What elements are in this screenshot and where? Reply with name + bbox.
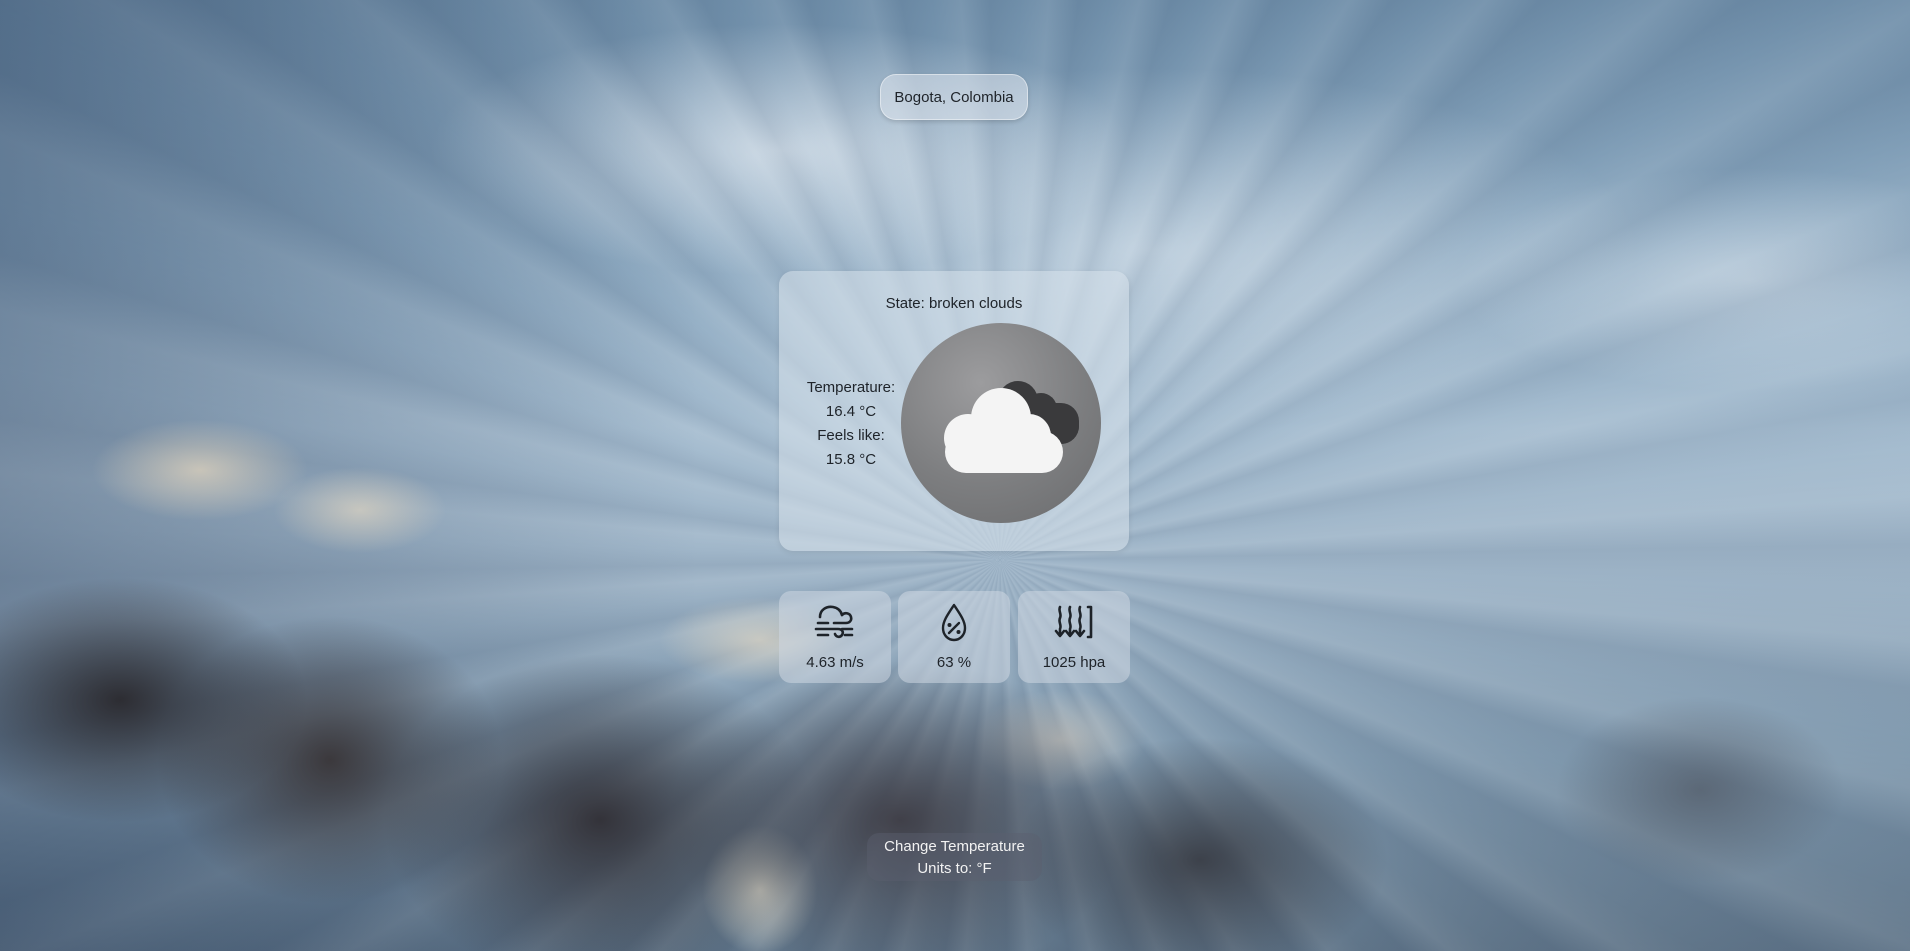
pressure-value: 1025 hpa xyxy=(1042,654,1106,671)
weather-icon-circle xyxy=(901,323,1101,523)
change-units-line2: Units to: °F xyxy=(917,859,992,877)
change-units-button[interactable]: Change Temperature Units to: °F xyxy=(867,833,1042,881)
humidity-icon xyxy=(941,603,967,642)
weather-card: State: broken clouds Temperature: 16.4 °… xyxy=(779,271,1129,551)
wind-stat: 4.63 m/s xyxy=(779,591,891,683)
broken-clouds-icon xyxy=(944,381,1079,473)
temperature-block: Temperature: 16.4 °C Feels like: 15.8 °C xyxy=(801,376,901,472)
humidity-value: 63 % xyxy=(936,654,972,671)
feels-like-label: Feels like: xyxy=(817,427,885,444)
wind-icon xyxy=(814,605,854,639)
app-root: Bogota, Colombia State: broken clouds Te… xyxy=(0,0,1910,951)
change-units-line1: Change Temperature xyxy=(884,837,1025,855)
pressure-stat: 1025 hpa xyxy=(1018,591,1130,683)
weather-state: State: broken clouds xyxy=(885,295,1023,312)
feels-like-value: 15.8 °C xyxy=(825,451,877,468)
pressure-icon xyxy=(1054,605,1093,639)
location-label: Bogota, Colombia xyxy=(880,74,1028,120)
temperature-value: 16.4 °C xyxy=(825,403,877,420)
wind-value: 4.63 m/s xyxy=(806,654,864,671)
temperature-label: Temperature: xyxy=(806,379,896,396)
humidity-stat: 63 % xyxy=(898,591,1010,683)
